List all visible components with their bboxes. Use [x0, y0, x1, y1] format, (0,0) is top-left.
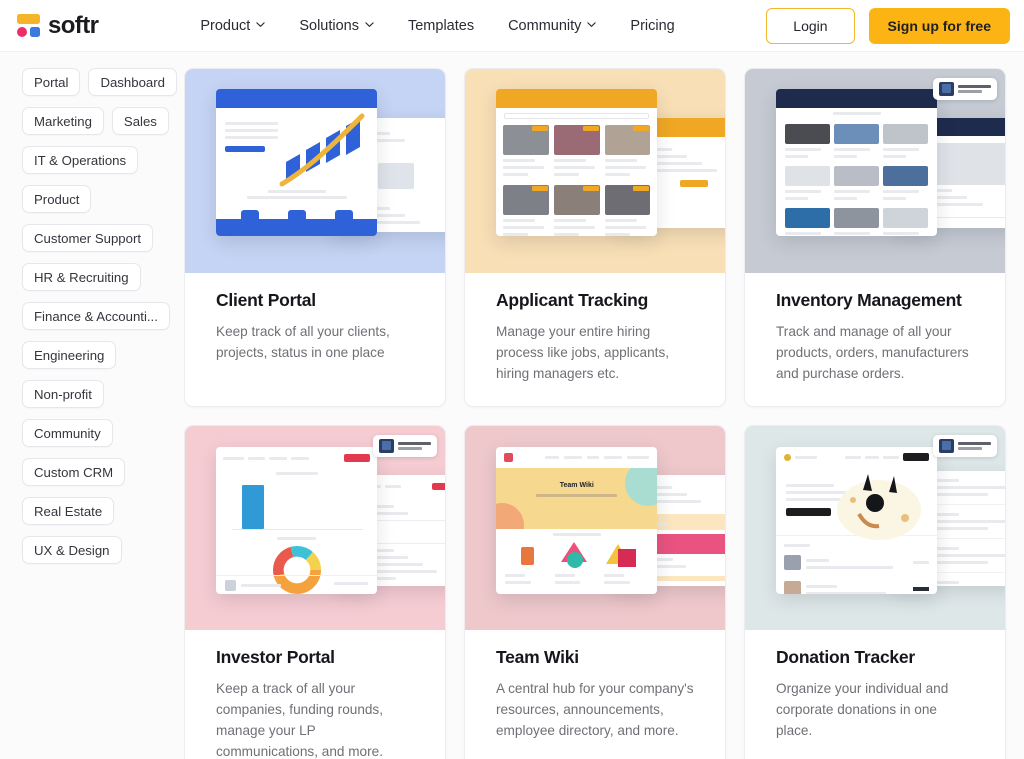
brand-name: softr [48, 11, 99, 39]
template-card-body: Investor Portal Keep a track of all your … [185, 630, 445, 759]
category-tag[interactable]: Custom CRM [22, 458, 126, 486]
category-tag[interactable]: Non-profit [22, 380, 104, 408]
category-filter-list: Portal Dashboard Marketing Sales IT & Operat… [22, 68, 184, 564]
template-card-body: Donation Tracker Organize your individual… [745, 630, 1005, 759]
badge-text [958, 442, 991, 451]
logo-circle-shape [17, 27, 27, 37]
nav-label: Product [200, 17, 251, 34]
template-card[interactable]: Investor Portal Keep a track of all your … [184, 425, 446, 759]
signup-button[interactable]: Sign up for free [868, 7, 1010, 44]
notion-badge-icon [933, 78, 997, 100]
category-tag[interactable]: HR & Recruiting [22, 263, 141, 291]
nav-label: Templates [407, 17, 475, 34]
nav-label: Pricing [630, 17, 675, 34]
category-tag[interactable]: Dashboard [88, 68, 177, 96]
template-card-body: Inventory Management Track and manage of … [745, 273, 1005, 406]
category-tag[interactable]: Engineering [22, 341, 117, 369]
nav-item-community[interactable]: Community [491, 10, 613, 42]
database-icon [939, 82, 954, 96]
chevron-down-icon [365, 20, 374, 29]
template-card-description: Organize your individual and corporate d… [776, 681, 949, 738]
nav-item-solutions[interactable]: Solutions [282, 10, 391, 42]
template-card-description: Track and manage of all your products, o… [776, 324, 969, 381]
template-card-body: Team Wiki A central hub for your company'… [465, 630, 725, 759]
category-tag[interactable]: Portal [22, 68, 81, 96]
template-card-title: Client Portal [216, 290, 316, 310]
notion-badge-icon [933, 435, 997, 458]
chevron-down-icon [587, 20, 597, 29]
template-card-preview [185, 426, 445, 631]
chevron-down-icon [256, 20, 266, 29]
database-icon [379, 439, 394, 454]
template-card-title: Donation Tracker [776, 647, 915, 668]
category-tag[interactable]: Customer Support [22, 224, 154, 252]
template-card-title: Investor Portal [216, 647, 335, 668]
site-header: softr Product Solutions Templates Commun… [0, 0, 1024, 52]
category-tag[interactable]: Real Estate [22, 497, 115, 525]
database-icon [939, 439, 954, 454]
brand-logo[interactable]: softr [16, 11, 99, 40]
category-tag[interactable]: Product [22, 185, 92, 213]
main-navigation: Product Solutions Templates Community Pr… [183, 10, 691, 42]
badge-text [958, 85, 991, 93]
nav-item-pricing[interactable]: Pricing [613, 10, 691, 42]
badge-text [398, 442, 431, 451]
template-card-preview: Team Wiki [465, 426, 725, 631]
template-card-body: Applicant Tracking Manage your entire hir… [465, 273, 725, 406]
template-card[interactable]: Inventory Management Track and manage of … [744, 68, 1006, 408]
template-card-description: Keep a track of all your companies, fund… [216, 681, 384, 759]
category-tag[interactable]: Finance & Accounti... [22, 302, 170, 330]
nav-label: Community [508, 17, 582, 34]
template-card-title: Applicant Tracking [496, 290, 649, 310]
nav-label: Solutions [299, 17, 359, 34]
template-card-body: Client Portal Keep track of all your clie… [185, 273, 445, 386]
template-card[interactable]: Applicant Tracking Manage your entire hir… [464, 68, 726, 408]
template-card-preview [465, 69, 725, 273]
template-card[interactable]: Client Portal Keep track of all your clie… [184, 68, 446, 408]
template-grid: Client Portal Keep track of all your clie… [184, 68, 1006, 759]
nav-item-templates[interactable]: Templates [391, 10, 491, 42]
template-card[interactable]: Donation Tracker Organize your individual… [744, 425, 1006, 759]
template-card-preview [745, 426, 1005, 631]
template-card-title: Inventory Management [776, 290, 962, 310]
notion-badge-icon [373, 435, 437, 458]
header-actions: Login Sign up for free [766, 7, 1010, 44]
template-card-description: A central hub for your company's resourc… [496, 681, 694, 738]
category-sidebar: Portal Dashboard Marketing Sales IT & Operat… [0, 52, 184, 759]
templates-content: Client Portal Keep track of all your clie… [184, 52, 1024, 759]
category-tag[interactable]: Community [22, 419, 113, 447]
category-tag[interactable]: Sales [111, 107, 169, 135]
template-card-description: Manage your entire hiring process like j… [496, 324, 670, 381]
template-card-preview [745, 69, 1005, 273]
template-card[interactable]: Team Wiki Team Wiki A central hub for your… [464, 425, 726, 759]
category-tag[interactable]: Marketing [22, 107, 104, 135]
login-button[interactable]: Login [766, 7, 855, 44]
template-card-description: Keep track of all your clients, projects… [216, 324, 390, 360]
logo-bar-shape [17, 14, 40, 24]
nav-item-product[interactable]: Product [183, 10, 282, 42]
page-body: Portal Dashboard Marketing Sales IT & Operat… [0, 52, 1024, 759]
template-card-title: Team Wiki [496, 647, 579, 668]
category-tag[interactable]: UX & Design [22, 536, 122, 564]
logo-square-shape [30, 27, 40, 37]
template-card-preview [185, 69, 445, 273]
softr-logo-icon [16, 13, 41, 38]
category-tag[interactable]: IT & Operations [22, 146, 139, 174]
